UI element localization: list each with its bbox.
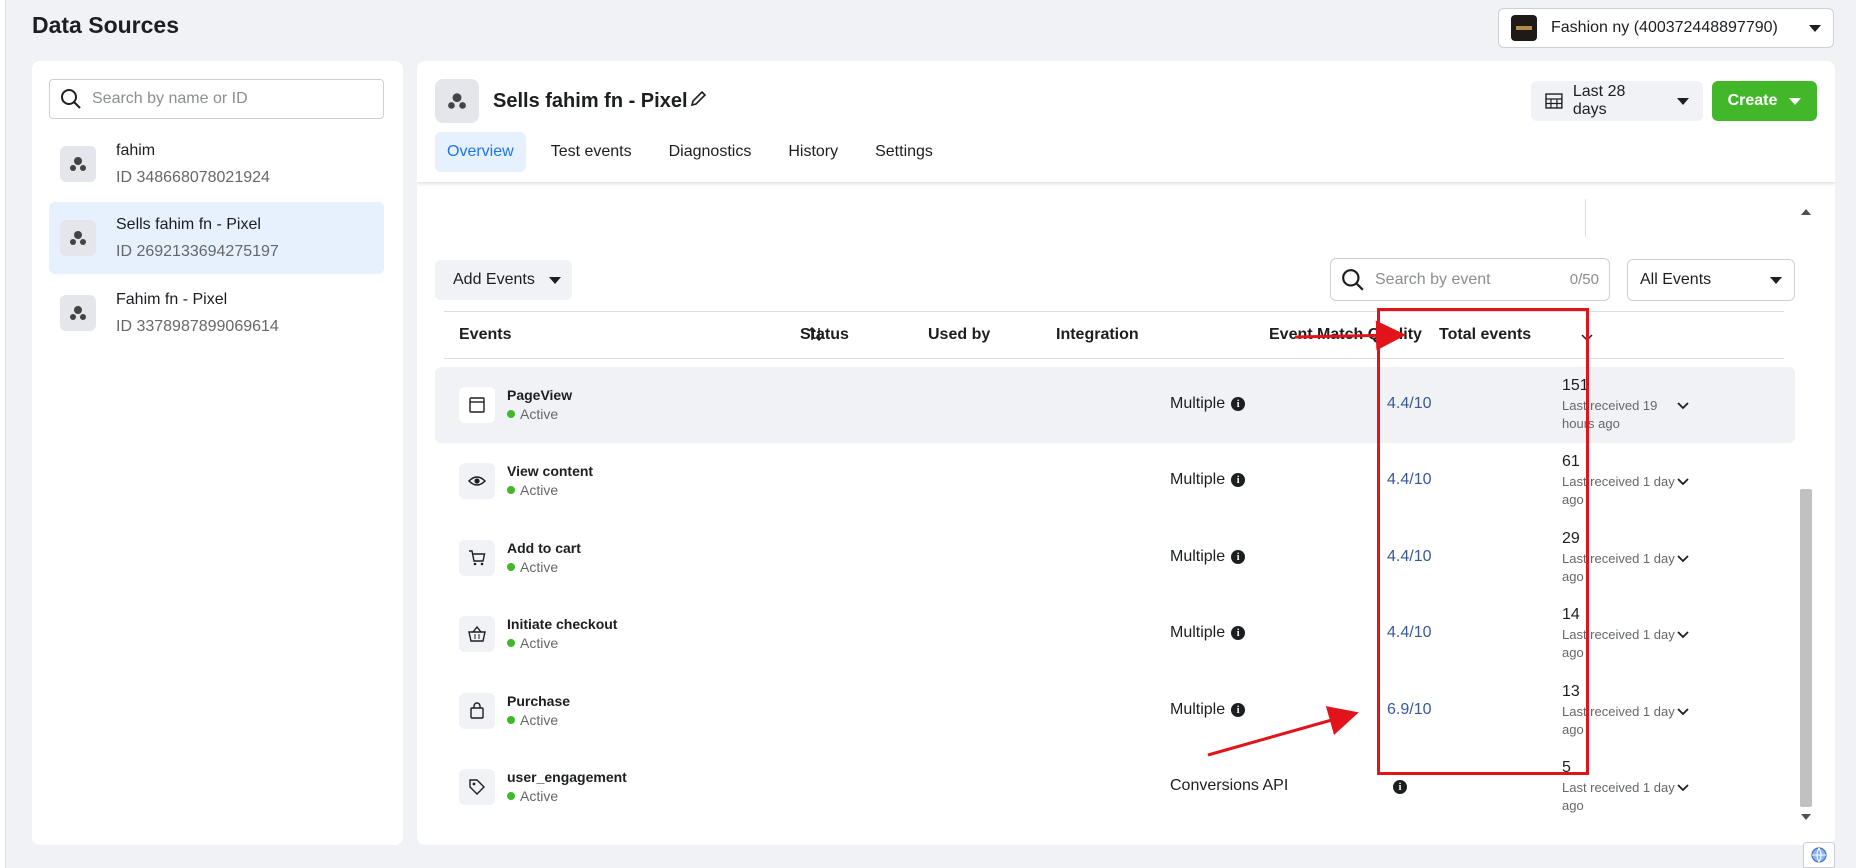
date-range-button[interactable]: Last 28 days [1531,81,1703,121]
tab-history[interactable]: History [776,132,850,172]
annotation-arrow [1207,706,1359,757]
pixel-icon [435,79,479,123]
tab-test-events[interactable]: Test events [539,132,644,172]
annotation-arrow [1294,320,1406,351]
create-button[interactable]: Create [1712,81,1817,121]
date-range-label: Last 28 days [1572,83,1626,118]
chevron-down-icon [1789,97,1802,105]
pixel-header: Sells fahim fn - Pixel Last 28 days Crea… [417,61,1835,182]
calendar-icon [1545,93,1563,109]
tab-bar: Overview Test events Diagnostics History… [435,132,958,172]
tab-overview[interactable]: Overview [435,132,526,172]
pixel-title: Sells fahim fn - Pixel [493,90,688,112]
pencil-icon[interactable] [689,88,709,108]
create-label: Create [1727,92,1778,109]
tab-settings[interactable]: Settings [863,132,945,172]
tab-diagnostics[interactable]: Diagnostics [657,132,764,172]
globe-icon[interactable] [1803,842,1835,868]
chevron-down-icon [1677,97,1689,105]
